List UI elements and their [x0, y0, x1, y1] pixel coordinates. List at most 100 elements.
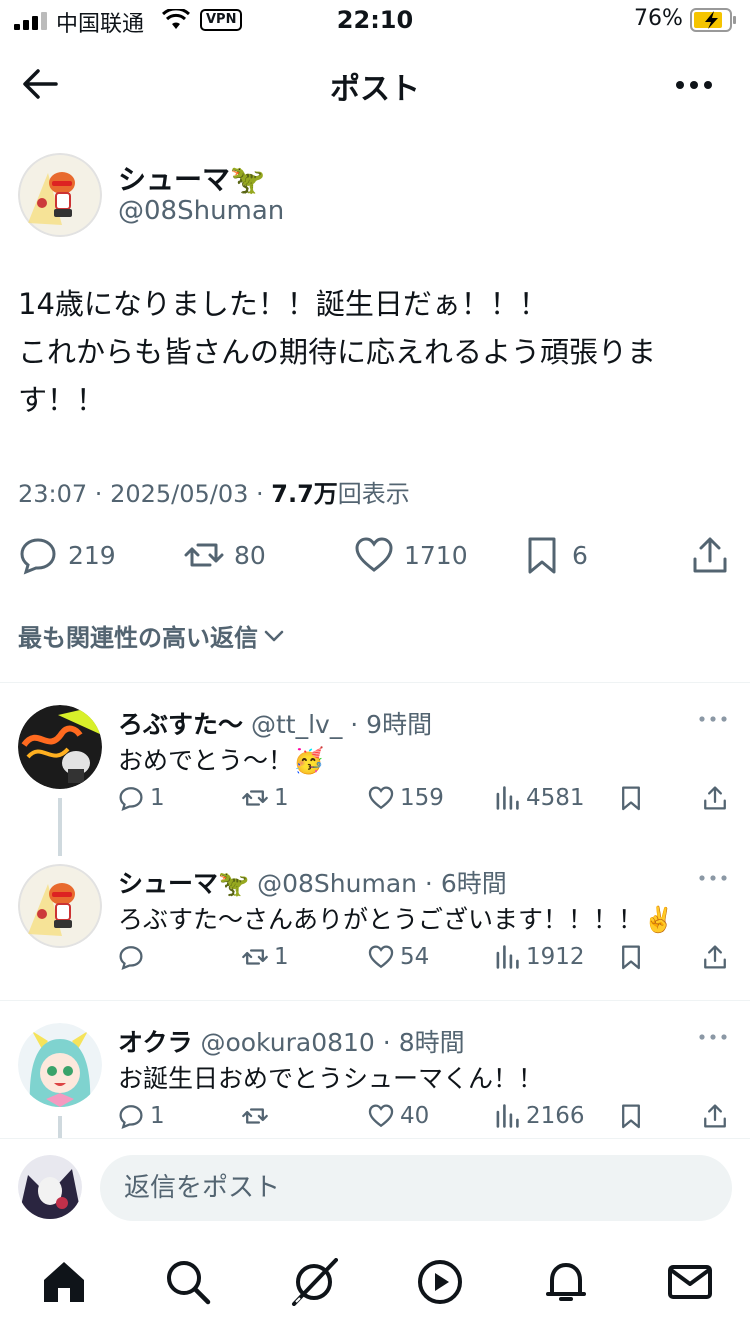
- reply-stats: 1 1 159 4581: [118, 785, 738, 817]
- repost-button[interactable]: 1: [242, 944, 289, 970]
- post-text-line: 14歳になりました！！誕生日だぁ！！！: [18, 287, 548, 321]
- video-play-icon[interactable]: [416, 1258, 464, 1306]
- reply-author-name[interactable]: オクラ: [118, 1028, 193, 1057]
- views-count: 4581: [526, 785, 585, 811]
- heart-icon: [355, 537, 393, 572]
- reply-count: 1: [150, 785, 165, 811]
- post-date[interactable]: 2025/05/03: [110, 480, 248, 508]
- repost-button[interactable]: 80: [184, 530, 266, 580]
- my-avatar[interactable]: [18, 1155, 82, 1219]
- reply-author-handle[interactable]: @ookura0810: [200, 1028, 374, 1057]
- heart-icon: [368, 786, 394, 810]
- reply-button[interactable]: 1: [118, 1103, 165, 1129]
- reply-header: オクラ @ookura0810 · 8時間: [118, 1028, 465, 1057]
- repost-icon: [242, 949, 268, 965]
- divider: [0, 682, 750, 683]
- share-icon: [704, 1104, 726, 1128]
- header: ポスト: [0, 50, 750, 120]
- reply-button[interactable]: 1: [118, 785, 165, 811]
- author-avatar[interactable]: [18, 153, 102, 237]
- reply-count: 219: [68, 540, 116, 570]
- reply-text: おめでとう〜！🥳: [118, 746, 325, 775]
- bookmark-icon: [528, 537, 556, 574]
- reply-count: 1: [150, 1103, 165, 1129]
- views-count: 2166: [526, 1103, 585, 1129]
- reply-age[interactable]: 6時間: [441, 869, 507, 898]
- post-text-line: これからも皆さんの期待に応えれるよう頑張りま: [18, 335, 657, 369]
- bookmark-button[interactable]: 6: [522, 530, 588, 580]
- reply-input[interactable]: 返信をポスト: [100, 1155, 732, 1221]
- reply-author-name[interactable]: ろぶすた〜: [118, 710, 243, 739]
- status-bar: 中国联通 VPN 22:10 76%: [0, 0, 750, 44]
- bookmark-count: 6: [572, 540, 588, 570]
- more-options-icon[interactable]: [698, 713, 728, 725]
- search-icon[interactable]: [164, 1258, 212, 1306]
- reply-stats: 1 54 1912: [118, 944, 738, 976]
- reply-author-handle[interactable]: @08Shuman: [257, 869, 417, 898]
- reply-button[interactable]: [118, 944, 150, 970]
- share-button[interactable]: [690, 530, 740, 580]
- reply-avatar[interactable]: [18, 705, 102, 789]
- share-button[interactable]: [702, 785, 734, 811]
- like-count: 1710: [404, 540, 468, 570]
- views-button[interactable]: 2166: [494, 1103, 585, 1129]
- home-icon[interactable]: [40, 1258, 88, 1306]
- more-options-icon[interactable]: [674, 70, 714, 100]
- bookmark-button[interactable]: [618, 944, 650, 970]
- reply-button[interactable]: 219: [18, 530, 116, 580]
- like-count: 40: [400, 1103, 430, 1129]
- post-meta: 23:07 · 2025/05/03 · 7.7万回表示: [18, 480, 410, 508]
- reply-icon: [119, 787, 143, 811]
- thread-line: [58, 1116, 62, 1138]
- share-button[interactable]: [702, 944, 734, 970]
- reply-icon: [20, 538, 56, 575]
- share-button[interactable]: [702, 1103, 734, 1129]
- like-button[interactable]: 159: [368, 785, 444, 811]
- more-options-icon[interactable]: [698, 872, 728, 884]
- views-button[interactable]: 1912: [494, 944, 585, 970]
- bottom-tab-bar: [0, 1240, 750, 1334]
- views-chart-icon: [496, 945, 519, 969]
- reply-icon: [119, 1105, 143, 1129]
- reply-age[interactable]: 8時間: [399, 1028, 465, 1057]
- chevron-down-icon: [264, 630, 284, 641]
- repost-icon: [184, 543, 224, 567]
- like-button[interactable]: 1710: [354, 530, 468, 580]
- reply-icon: [119, 946, 143, 970]
- views-count: 7.7万: [271, 480, 338, 508]
- repost-count: 80: [234, 540, 266, 570]
- messages-envelope-icon[interactable]: [666, 1258, 714, 1306]
- share-icon: [704, 786, 726, 810]
- bookmark-button[interactable]: [618, 1103, 650, 1129]
- share-icon: [704, 945, 726, 969]
- reply-age[interactable]: 9時間: [366, 710, 432, 739]
- page-title: ポスト: [330, 72, 420, 107]
- like-count: 159: [400, 785, 444, 811]
- author-handle[interactable]: @08Shuman: [118, 196, 284, 226]
- bookmark-button[interactable]: [618, 785, 650, 811]
- reply-sort-dropdown[interactable]: 最も関連性の高い返信: [18, 618, 286, 653]
- views-chart-icon: [496, 786, 519, 810]
- grok-icon[interactable]: [290, 1258, 338, 1306]
- repost-count: 1: [274, 785, 289, 811]
- reply-avatar[interactable]: [18, 864, 102, 948]
- post-actions: 219 80 1710 6: [0, 530, 750, 580]
- reply-avatar[interactable]: [18, 1023, 102, 1107]
- reply-author-name[interactable]: シューマ🦖: [118, 869, 249, 898]
- repost-button[interactable]: 1: [242, 785, 289, 811]
- notifications-bell-icon[interactable]: [542, 1258, 590, 1306]
- author-name[interactable]: シューマ🦖: [118, 158, 265, 198]
- views-chart-icon: [496, 1104, 519, 1128]
- more-options-icon[interactable]: [698, 1031, 728, 1043]
- like-button[interactable]: 40: [368, 1103, 429, 1129]
- battery-percent: 76%: [634, 6, 683, 31]
- post-text: 14歳になりました！！誕生日だぁ！！！ これからも皆さんの期待に応えれるよう頑張…: [18, 280, 718, 424]
- views-button[interactable]: 4581: [494, 785, 585, 811]
- reply-author-handle[interactable]: @tt_lv_: [251, 710, 342, 739]
- like-button[interactable]: 54: [368, 944, 429, 970]
- like-count: 54: [400, 944, 430, 970]
- reply-text: ろぶすた〜さんありがとうございます！！！！✌️: [118, 905, 675, 934]
- post-time[interactable]: 23:07: [18, 480, 87, 508]
- share-icon: [693, 537, 727, 573]
- repost-button[interactable]: [242, 1103, 274, 1129]
